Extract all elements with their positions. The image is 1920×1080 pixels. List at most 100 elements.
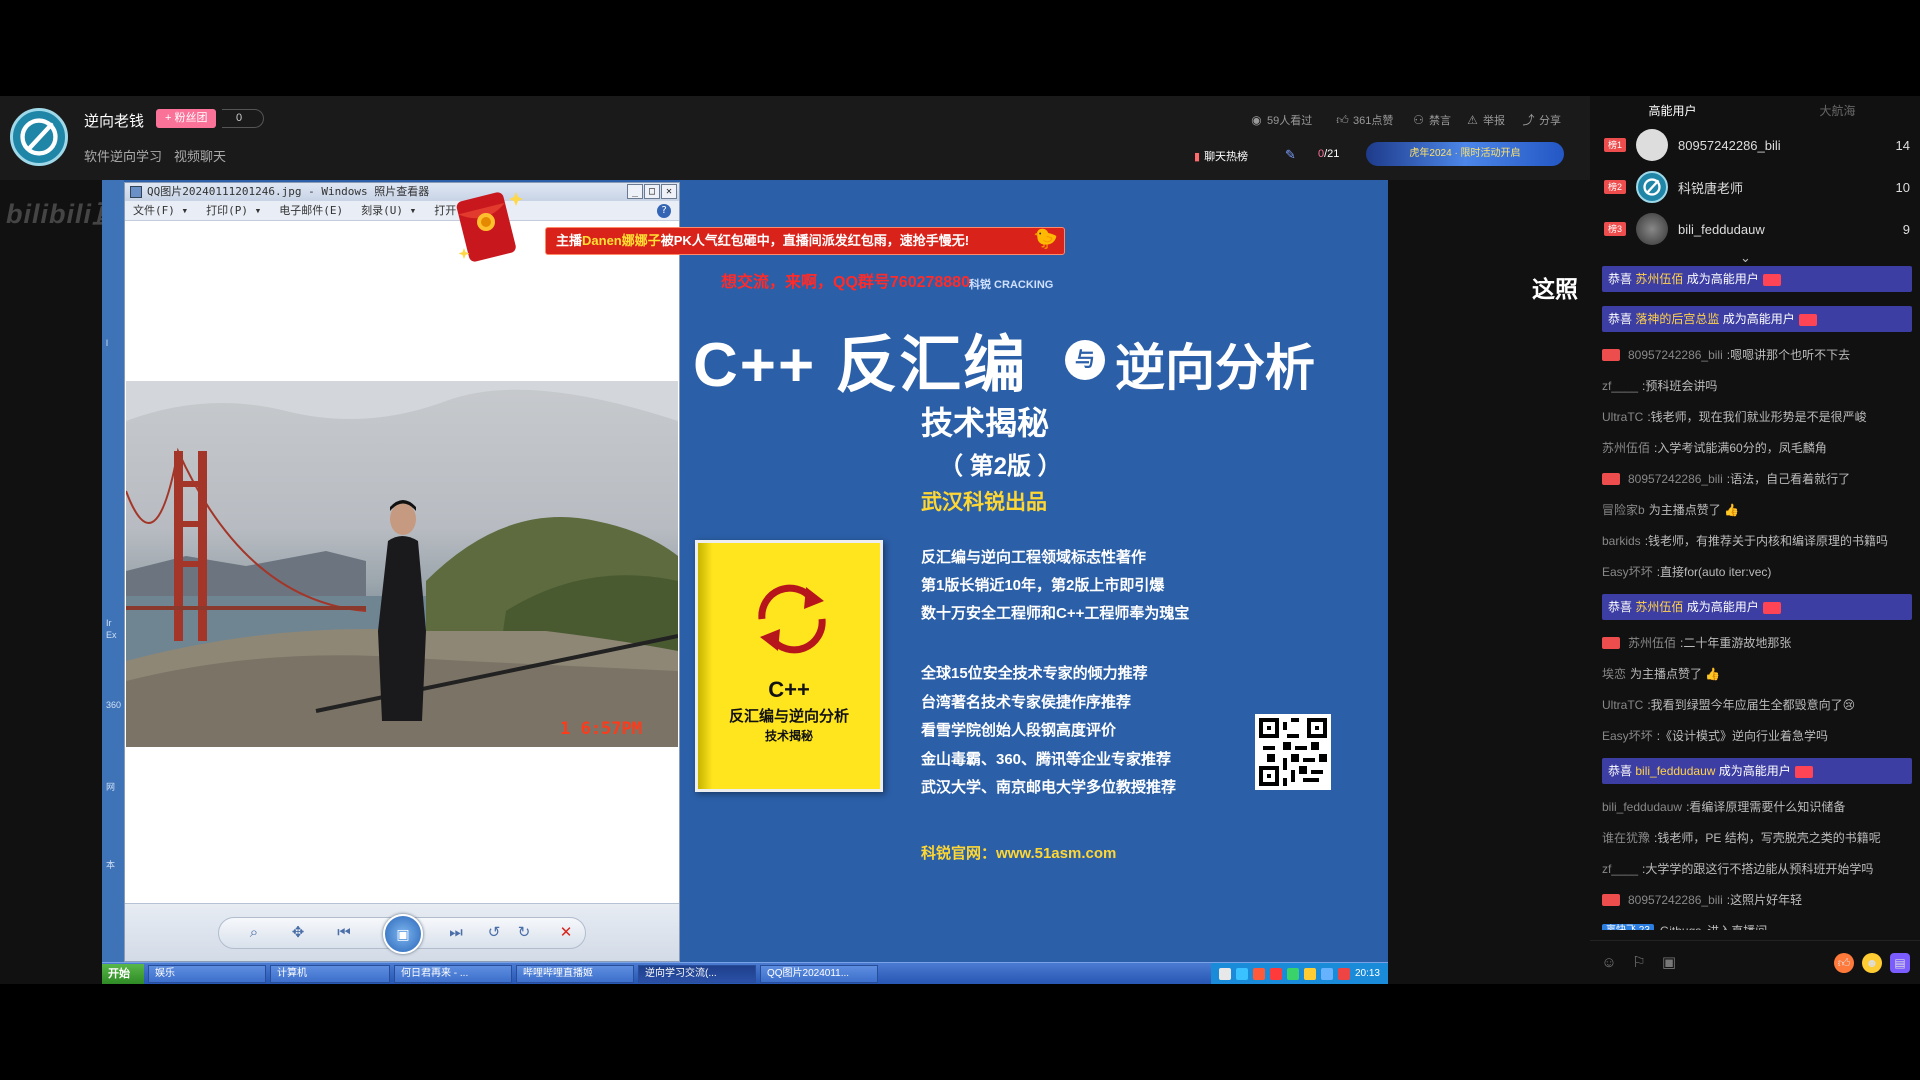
tag-category[interactable]: 软件逆向学习 — [84, 146, 162, 165]
event-banner[interactable]: 虎年2024 · 限时活动开启 — [1366, 142, 1564, 166]
tray-icon[interactable] — [1320, 967, 1333, 980]
tray-icon[interactable] — [1286, 967, 1299, 980]
rotate-right-icon[interactable]: ↻ — [513, 922, 535, 944]
help-icon[interactable]: ? — [657, 204, 671, 218]
viewer-toolbar: ⌕ ✥ ⏮ ▣ ⏭ ↺ ↻ ✕ — [125, 903, 679, 961]
menu-file[interactable]: 文件(F) ▾ — [133, 201, 188, 220]
enter-user[interactable]: Gitbugs — [1660, 924, 1701, 931]
chat-message[interactable]: UltraTC:钱老师，现在我们就业形势是不是很严峻 — [1602, 408, 1912, 426]
cool-face-icon[interactable]: ☻ — [1862, 952, 1882, 973]
chat-message-list[interactable]: 恭喜 苏州伍佰 成为高能用户 恭喜 落神的后宫总监 成为高能用户 809572422… — [1602, 266, 1912, 930]
congrats-user[interactable]: 苏州伍佰 — [1635, 272, 1683, 286]
share-button[interactable]: ⤴ 分享 — [1522, 112, 1561, 128]
likes-stat[interactable]: 👍︎ 361点赞 — [1336, 112, 1393, 128]
tray-icon[interactable] — [1337, 967, 1350, 980]
thumbs-up-icon[interactable]: 👍︎ — [1834, 952, 1854, 973]
mute-button[interactable]: ⚇ 禁言 — [1412, 112, 1451, 128]
chat-user-name[interactable]: UltraTC — [1602, 408, 1643, 426]
rank-row[interactable]: 榜2 科锐唐老师 10 — [1604, 170, 1910, 204]
chat-message[interactable]: 80957242286_bili:这照片好年轻 — [1602, 891, 1912, 909]
video-stage[interactable]: bilibili直播 l Ir Ex 360 网 本 QQ图片202401112… — [0, 180, 1590, 984]
chat-user-name[interactable]: zf____ — [1602, 860, 1638, 878]
red-packet-notice[interactable]: 主播Danen娜娜子被PK人气红包砸中，直播间派发红包雨，速抢手慢无! 🐤 — [545, 227, 1065, 255]
minimize-button[interactable]: _ — [627, 184, 643, 199]
chat-message[interactable]: bili_feddudauw:看编译原理需要什么知识储备 — [1602, 798, 1912, 816]
chat-message[interactable]: zf____:预科班会讲吗 — [1602, 377, 1912, 395]
tray-icon[interactable] — [1269, 967, 1282, 980]
anchor-avatar[interactable] — [10, 108, 68, 166]
tray-icon[interactable] — [1303, 967, 1316, 980]
chat-message[interactable]: 80957242286_bili:嗯嗯讲那个也听不下去 — [1602, 346, 1912, 364]
rotate-left-icon[interactable]: ↺ — [483, 922, 505, 944]
tab-high-energy-users[interactable]: 高能用户 — [1590, 96, 1755, 126]
tray-icon[interactable] — [1235, 967, 1248, 980]
chat-message[interactable]: 冒险家b 为主播点赞了 👍 — [1602, 501, 1912, 519]
chat-user-name[interactable]: 80957242286_bili — [1628, 346, 1723, 364]
chat-user-name[interactable]: 冒险家b — [1602, 501, 1645, 519]
slideshow-button[interactable]: ▣ — [383, 914, 423, 954]
taskbar-item-qq-group[interactable]: 逆向学习交流(... — [638, 964, 756, 983]
chat-message[interactable]: 苏州伍佰:入学考试能满60分的，凤毛麟角 — [1602, 439, 1912, 457]
fit-window-icon[interactable]: ✥ — [287, 922, 309, 944]
next-icon[interactable]: ⏭ — [445, 922, 467, 944]
chat-message[interactable]: 埃恋 为主播点赞了 👍 — [1602, 665, 1912, 683]
taskbar-item-computer[interactable]: 计算机 — [270, 964, 390, 983]
zoom-icon[interactable]: ⌕ — [243, 922, 265, 944]
rocket-icon[interactable]: ✎ — [1285, 147, 1296, 163]
chat-user-name[interactable]: Easy坏坏 — [1602, 563, 1653, 581]
congrats-user[interactable]: 苏州伍佰 — [1635, 600, 1683, 614]
emoji-icon[interactable]: ☺ — [1600, 954, 1618, 972]
taskbar-item-photo[interactable]: QQ图片2024011... — [760, 964, 878, 983]
chat-user-name[interactable]: 苏州伍佰 — [1602, 439, 1650, 457]
hot-rank-button[interactable]: ▮ 聊天热榜 — [1194, 148, 1248, 164]
congrats-user[interactable]: 落神的后宫总监 — [1635, 312, 1719, 326]
chat-message[interactable]: Easy坏坏:直接for(auto iter:vec) — [1602, 563, 1912, 581]
chat-message[interactable]: barkids:钱老师，有推荐关于内核和编译原理的书籍吗 — [1602, 532, 1912, 550]
menu-print[interactable]: 打印(P) ▾ — [206, 201, 261, 220]
chat-message[interactable]: zf____:大学学的跟这行不搭边能从预科班开始学吗 — [1602, 860, 1912, 878]
taskbar-item-entertainment[interactable]: 娱乐 — [148, 964, 266, 983]
previous-icon[interactable]: ⏮ — [333, 922, 355, 944]
tray-icon[interactable] — [1252, 967, 1265, 980]
congrats-user[interactable]: bili_feddudauw — [1635, 764, 1715, 778]
anchor-name[interactable]: 逆向老钱 — [84, 110, 144, 131]
chat-user-name[interactable]: 80957242286_bili — [1628, 891, 1723, 909]
chat-message[interactable]: Easy坏坏:《设计模式》逆向行业着急学吗 — [1602, 727, 1912, 745]
tray-icon[interactable] — [1218, 967, 1231, 980]
menu-burn[interactable]: 刻录(U) ▾ — [361, 201, 416, 220]
delete-icon[interactable]: ✕ — [555, 922, 577, 944]
photo-viewer-window[interactable]: QQ图片20240111201246.jpg - Windows 照片查看器 _… — [124, 182, 680, 962]
gift-icon[interactable]: ⚐ — [1630, 954, 1648, 972]
tab-guard[interactable]: 大航海 — [1755, 96, 1920, 126]
rank-row[interactable]: 榜3 bili_feddudauw 9 — [1604, 212, 1910, 246]
chat-user-name[interactable]: UltraTC — [1602, 696, 1643, 714]
chat-user-name[interactable]: 80957242286_bili — [1628, 470, 1723, 488]
chat-message[interactable]: UltraTC:我看到绿盟今年应届生全都毁意向了😢 — [1602, 696, 1912, 714]
chat-user-name[interactable]: 埃恋 — [1602, 665, 1626, 683]
chevron-down-icon[interactable]: ⌄ — [1740, 250, 1751, 266]
rank-row[interactable]: 榜1 80957242286_bili 14 — [1604, 128, 1910, 162]
chat-user-name[interactable]: 谁在犹豫 — [1602, 829, 1650, 847]
red-packet-icon[interactable] — [456, 186, 524, 266]
menu-email[interactable]: 电子邮件(E) — [279, 201, 343, 220]
chat-message[interactable]: 80957242286_bili:语法，自己看着就行了 — [1602, 470, 1912, 488]
chat-user-name[interactable]: barkids — [1602, 532, 1641, 550]
report-button[interactable]: ⚠ 举报 — [1466, 112, 1505, 128]
chat-user-name[interactable]: bili_feddudauw — [1602, 798, 1682, 816]
tag-subcategory[interactable]: 视频聊天 — [174, 146, 226, 165]
chat-user-name[interactable]: 苏州伍佰 — [1628, 634, 1676, 652]
close-button[interactable]: ✕ — [661, 184, 677, 199]
chat-message[interactable]: 谁在犹豫:钱老师，PE 结构，写壳脱壳之类的书籍呢 — [1602, 829, 1912, 847]
danmaku-icon[interactable]: ▤ — [1890, 952, 1910, 973]
fan-club-button[interactable]: + 粉丝团 — [156, 109, 217, 128]
chat-message[interactable]: 苏州伍佰:二十年重游故地那张 — [1602, 634, 1912, 652]
chat-user-name[interactable]: zf____ — [1602, 377, 1638, 395]
taskbar-item-live[interactable]: 哔哩哔哩直播姬 — [516, 964, 634, 983]
taskbar-item-music[interactable]: 何日君再来 - ... — [394, 964, 512, 983]
viewer-titlebar[interactable]: QQ图片20240111201246.jpg - Windows 照片查看器 _… — [125, 183, 679, 201]
start-button[interactable]: 开始 — [102, 963, 144, 984]
maximize-button[interactable]: □ — [644, 184, 660, 199]
tray-clock[interactable]: 20:13 — [1355, 968, 1380, 979]
chat-user-name[interactable]: Easy坏坏 — [1602, 727, 1653, 745]
image-icon[interactable]: ▣ — [1660, 954, 1678, 972]
